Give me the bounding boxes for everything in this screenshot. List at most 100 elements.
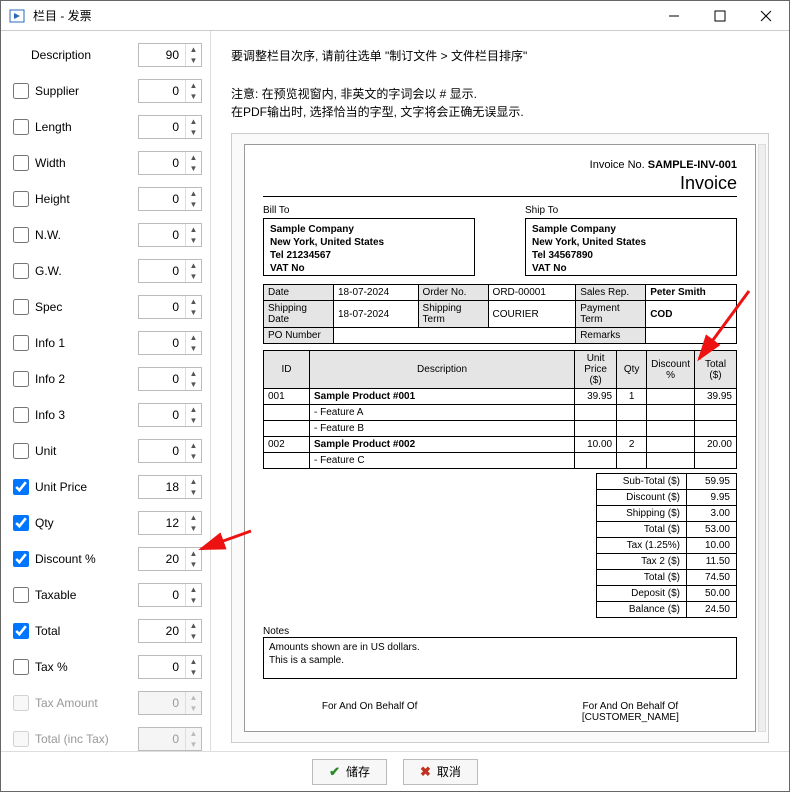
- column-width-spinner[interactable]: 0▲▼: [138, 79, 202, 103]
- spinner-down-icon[interactable]: ▼: [186, 379, 201, 390]
- close-button[interactable]: [743, 1, 789, 31]
- sign-right-l2: [CUSTOMER_NAME]: [582, 712, 679, 723]
- th-discount: Discount %: [647, 351, 695, 389]
- column-width-spinner[interactable]: 0▲▼: [138, 655, 202, 679]
- spinner-up-icon[interactable]: ▲: [186, 260, 201, 271]
- column-width-spinner[interactable]: 20▲▼: [138, 547, 202, 571]
- column-checkbox[interactable]: [13, 623, 29, 639]
- items-table: ID Description Unit Price ($) Qty Discou…: [263, 350, 737, 469]
- meta-shipterm: COURIER: [488, 301, 576, 328]
- spinner-down-icon[interactable]: ▼: [186, 127, 201, 138]
- spinner-up-icon[interactable]: ▲: [186, 296, 201, 307]
- window-title: 栏目 - 发票: [33, 7, 92, 24]
- spinner-up-icon[interactable]: ▲: [186, 188, 201, 199]
- column-width-spinner[interactable]: 0▲▼: [138, 583, 202, 607]
- spinner-up-icon[interactable]: ▲: [186, 116, 201, 127]
- column-checkbox[interactable]: [13, 551, 29, 567]
- invoice-number-label: Invoice No.: [590, 159, 645, 171]
- spinner-down-icon[interactable]: ▼: [186, 451, 201, 462]
- column-checkbox[interactable]: [13, 587, 29, 603]
- spinner-up-icon[interactable]: ▲: [186, 368, 201, 379]
- spinner-down-icon[interactable]: ▼: [186, 235, 201, 246]
- spinner-down-icon[interactable]: ▼: [186, 595, 201, 606]
- column-checkbox[interactable]: [13, 263, 29, 279]
- column-label: Info 3: [35, 408, 138, 422]
- column-checkbox[interactable]: [13, 83, 29, 99]
- item-row: 002Sample Product #00210.00220.00: [264, 437, 737, 453]
- preview-container: Invoice No. SAMPLE-INV-001 Invoice Bill …: [231, 133, 769, 743]
- spinner-down-icon[interactable]: ▼: [186, 559, 201, 570]
- column-width-spinner[interactable]: 20▲▼: [138, 619, 202, 643]
- ship-to-l4: VAT No: [532, 263, 567, 274]
- column-checkbox[interactable]: [13, 191, 29, 207]
- spinner-up-icon[interactable]: ▲: [186, 620, 201, 631]
- column-width-spinner[interactable]: 0▲▼: [138, 259, 202, 283]
- total-row: Balance ($)24.50: [597, 602, 737, 618]
- spinner-down-icon[interactable]: ▼: [186, 91, 201, 102]
- spinner-down-icon[interactable]: ▼: [186, 163, 201, 174]
- column-checkbox[interactable]: [13, 371, 29, 387]
- spinner-up-icon[interactable]: ▲: [186, 80, 201, 91]
- spinner-value: 0: [139, 192, 185, 206]
- column-width-spinner[interactable]: 0▲▼: [138, 331, 202, 355]
- column-checkbox[interactable]: [13, 227, 29, 243]
- column-width-spinner[interactable]: 0▲▼: [138, 403, 202, 427]
- spinner-up-icon[interactable]: ▲: [186, 44, 201, 55]
- spinner-down-icon[interactable]: ▼: [186, 523, 201, 534]
- column-width-spinner[interactable]: 0▲▼: [138, 439, 202, 463]
- spinner-down-icon[interactable]: ▼: [186, 631, 201, 642]
- column-width-spinner[interactable]: 0▲▼: [138, 295, 202, 319]
- spinner-up-icon[interactable]: ▲: [186, 332, 201, 343]
- column-width-spinner[interactable]: 90▲▼: [138, 43, 202, 67]
- spinner-down-icon[interactable]: ▼: [186, 667, 201, 678]
- spinner-up-icon[interactable]: ▲: [186, 656, 201, 667]
- spinner-up-icon[interactable]: ▲: [186, 476, 201, 487]
- column-width-spinner[interactable]: 0▲▼: [138, 115, 202, 139]
- column-checkbox[interactable]: [13, 155, 29, 171]
- spinner-up-icon[interactable]: ▲: [186, 440, 201, 451]
- window: 栏目 - 发票 Description90▲▼Supplier0▲▼Length…: [0, 0, 790, 792]
- spinner-down-icon[interactable]: ▼: [186, 307, 201, 318]
- sign-right: For And On Behalf Of [CUSTOMER_NAME]: [524, 701, 737, 723]
- column-width-spinner[interactable]: 0▲▼: [138, 151, 202, 175]
- spinner-up-icon[interactable]: ▲: [186, 512, 201, 523]
- spinner-down-icon[interactable]: ▼: [186, 271, 201, 282]
- save-button[interactable]: ✔ 储存: [312, 759, 387, 785]
- spinner-up-icon[interactable]: ▲: [186, 584, 201, 595]
- ship-to-l2: New York, United States: [532, 237, 646, 248]
- column-checkbox[interactable]: [13, 659, 29, 675]
- column-checkbox[interactable]: [13, 407, 29, 423]
- column-width-spinner[interactable]: 0▲▼: [138, 187, 202, 211]
- item-cell: [617, 405, 647, 421]
- minimize-button[interactable]: [651, 1, 697, 31]
- spinner-up-icon[interactable]: ▲: [186, 548, 201, 559]
- column-checkbox[interactable]: [13, 479, 29, 495]
- spinner-value: 20: [139, 624, 185, 638]
- maximize-button[interactable]: [697, 1, 743, 31]
- column-width-spinner[interactable]: 0▲▼: [138, 223, 202, 247]
- spinner-up-icon[interactable]: ▲: [186, 224, 201, 235]
- ship-to-l1: Sample Company: [532, 224, 616, 235]
- column-checkbox[interactable]: [13, 335, 29, 351]
- spinner-down-icon[interactable]: ▼: [186, 55, 201, 66]
- column-width-spinner[interactable]: 0▲▼: [138, 367, 202, 391]
- column-checkbox[interactable]: [13, 119, 29, 135]
- column-checkbox[interactable]: [13, 299, 29, 315]
- column-checkbox[interactable]: [13, 515, 29, 531]
- item-cell: 20.00: [695, 437, 737, 453]
- total-value: 3.00: [687, 506, 737, 522]
- column-row: Discount %20▲▼: [9, 541, 202, 577]
- cancel-button[interactable]: ✖ 取消: [403, 759, 478, 785]
- spinner-up-icon[interactable]: ▲: [186, 152, 201, 163]
- spinner-down-icon[interactable]: ▼: [186, 415, 201, 426]
- column-label: Tax %: [35, 660, 138, 674]
- column-width-spinner[interactable]: 18▲▼: [138, 475, 202, 499]
- spinner-down-icon[interactable]: ▼: [186, 487, 201, 498]
- preview-scrollbar[interactable]: [758, 144, 766, 732]
- column-checkbox[interactable]: [13, 443, 29, 459]
- column-width-spinner[interactable]: 12▲▼: [138, 511, 202, 535]
- spinner-up-icon[interactable]: ▲: [186, 404, 201, 415]
- spinner-down-icon[interactable]: ▼: [186, 343, 201, 354]
- spinner-down-icon[interactable]: ▼: [186, 199, 201, 210]
- column-checkbox: [13, 695, 29, 711]
